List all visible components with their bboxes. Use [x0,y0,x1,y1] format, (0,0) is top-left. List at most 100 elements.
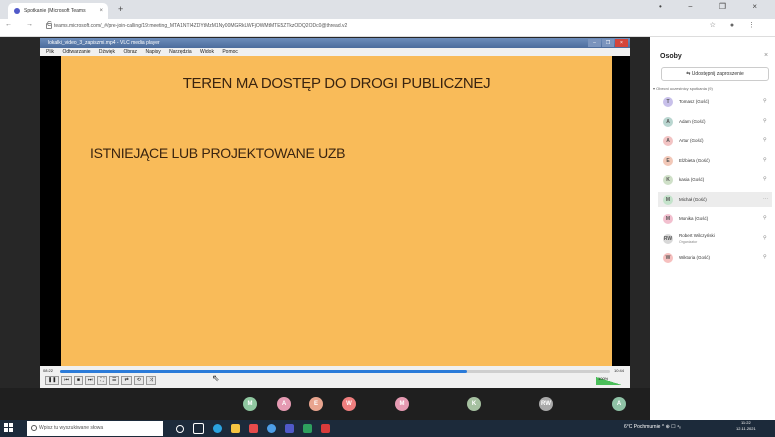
edge-icon[interactable] [213,424,222,433]
total-time: 10:44 [614,368,625,373]
task-view-icon[interactable] [193,423,204,434]
participant-name[interactable]: Tomasz (Gość) [679,99,709,104]
participant-avatar[interactable]: A [612,397,626,411]
pdf-icon[interactable] [321,424,330,433]
participant-avatar[interactable]: K [467,397,481,411]
vlc-menubar: Plik Odtwarzanie Dźwięk Obraz Napisy Nar… [40,48,630,56]
loop-button[interactable]: ⟲ [133,376,144,385]
mic-off-icon[interactable]: ⚲ [763,118,767,124]
participant-name[interactable]: Monika (Gość) [679,216,708,221]
elapsed-time: 08:22 [43,368,54,373]
taskbar-search[interactable]: Wpisz tu wyszukiwane słowa [27,421,163,436]
file-explorer-icon[interactable] [231,424,240,433]
close-icon[interactable]: × [764,52,768,59]
maximize-icon[interactable]: ❐ [602,39,614,47]
tab-title: Spotkanie (Microsoft Teams [24,8,86,14]
address-bar-icons[interactable]: ☆ ● ⋮ [710,21,761,29]
search-icon [31,425,37,431]
mic-off-icon[interactable]: ⚲ [763,254,767,260]
lock-icon[interactable] [46,23,52,29]
people-panel [650,37,775,420]
participant-avatar[interactable]: M [243,397,257,411]
participant-avatar[interactable]: E [663,156,673,166]
shuffle-button[interactable]: ⇄ [121,376,132,385]
participant-avatar[interactable]: W [663,253,673,263]
participants-section-label[interactable]: ▾ Obecni uczestnicy spotkania (9) [653,86,713,91]
app-icon[interactable] [249,424,258,433]
stop-button[interactable]: ■ [73,376,83,385]
browser-tab[interactable]: Spotkanie (Microsoft Teams × [8,3,108,19]
new-tab-button[interactable]: + [118,4,123,14]
participant-avatar[interactable]: M [663,214,673,224]
prev-button[interactable]: ⏮ [61,376,72,385]
mic-off-icon[interactable]: ⚲ [763,98,767,104]
participant-avatar[interactable]: M [395,397,409,411]
window-controls[interactable]: • − ❐ × [659,2,769,11]
system-tray[interactable]: 6°C Pochmurnie ^ ⊕ ☐ ⁴ₓ [624,424,681,430]
participant-avatar[interactable]: RW [663,234,673,244]
participant-name[interactable]: Michał (Gość) [679,197,707,202]
participant-avatar[interactable]: K [663,175,673,185]
playlist-button[interactable]: ☰ [108,376,120,385]
seek-progress [60,370,467,373]
panel-title: Osoby [660,53,682,60]
chrome-icon[interactable] [267,424,276,433]
slide-title: TEREN MA DOSTĘP DO DROGI PUBLICZNEJ [182,75,491,92]
vlc-window-controls[interactable]: – ❐ × [588,39,628,47]
vlc-menu-item[interactable]: Widok [200,49,214,55]
teams-icon[interactable] [285,424,294,433]
mic-off-icon[interactable]: ⚲ [763,215,767,221]
participant-avatar[interactable]: T [663,97,673,107]
mic-off-icon[interactable]: ⚲ [763,235,767,241]
participant-avatar[interactable]: A [663,117,673,127]
mouse-cursor-icon: ⇖ [212,373,220,383]
mic-off-icon[interactable]: ⚲ [763,157,767,163]
participant-avatar[interactable]: M [663,195,673,205]
vlc-menu-item[interactable]: Dźwięk [99,49,115,55]
participant-avatar[interactable]: W [342,397,356,411]
presentation-slide [61,56,612,366]
pause-button[interactable]: ❚❚ [45,376,60,385]
participant-avatar[interactable]: A [663,136,673,146]
minimize-icon[interactable]: – [588,39,601,47]
teams-favicon-icon [14,8,20,14]
mic-off-icon[interactable]: ⚲ [763,137,767,143]
participant-name[interactable]: Artur (Gość) [679,138,704,143]
vlc-menu-item[interactable]: Odtwarzanie [62,49,90,55]
participant-name[interactable]: Robert Wilczyński [679,233,715,238]
close-icon[interactable]: × [615,39,628,47]
fullscreen-button[interactable]: ⛶ [97,376,107,385]
participant-avatar[interactable]: A [277,397,291,411]
windows-start-icon[interactable] [4,423,13,432]
vlc-menu-item[interactable]: Narzędzia [169,49,192,55]
vlc-menu-item[interactable]: Plik [46,49,54,55]
participant-name[interactable]: Adam (Gość) [679,119,706,124]
vlc-menu-item[interactable]: Pomoc [222,49,238,55]
random-button[interactable]: ⤨ [145,376,156,385]
participant-avatar[interactable]: E [309,397,323,411]
share-invite-button[interactable]: ⇆ Udostępnij zaproszenie [661,67,769,81]
vlc-menu-item[interactable]: Napisy [145,49,160,55]
vlc-titlebar: lokalki_video_3_zapiszmi.mp4 - VLC media… [40,38,630,48]
participant-name[interactable]: Elżbieta (Gość) [679,158,710,163]
slide-bullet: ISTNIEJĄCE LUB PROJEKTOWANE UZB [90,145,346,161]
close-tab-icon[interactable]: × [99,8,103,14]
participant-avatar[interactable]: RW [539,397,553,411]
taskbar-clock[interactable]: 11:22 12.11.2021 [736,420,756,432]
section-label-text: Obecni uczestnicy spotkania (9) [656,86,713,91]
share-invite-label: Udostępnij zaproszenie [691,71,744,77]
volume-percent: 100% [598,376,609,381]
mic-off-icon[interactable]: ⚲ [763,176,767,182]
participant-name[interactable]: Wiktoria (Gość) [679,255,710,260]
more-options-icon[interactable]: ··· [763,196,768,202]
excel-icon[interactable] [303,424,312,433]
next-button[interactable]: ⏭ [84,376,96,385]
clock-date: 12.11.2021 [736,426,756,431]
vlc-button-row: ❚❚ ⏮ ■ ⏭ ⛶ ☰ ⇄ ⟲ ⤨ [45,376,156,385]
url-field[interactable]: teams.microsoft.com/_#/pre-join-calling/… [54,23,347,29]
participant-role: Organizator [679,240,698,244]
participant-name[interactable]: kasia (Gość) [679,177,704,182]
cortana-icon[interactable] [176,424,184,433]
vlc-menu-item[interactable]: Obraz [123,49,137,55]
participant-row-highlight [658,192,772,207]
